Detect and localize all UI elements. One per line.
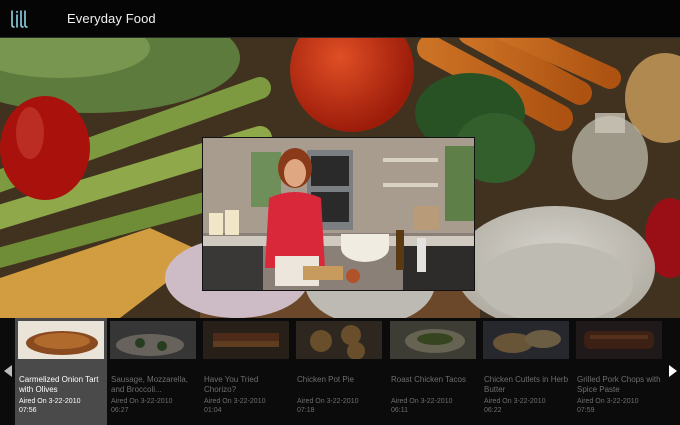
episode-tile[interactable]: Grilled Pork Chops with Spice Paste Aire… (573, 318, 665, 425)
episode-tile[interactable]: Roast Chicken Tacos Aired On 3-22-2010 06… (387, 318, 479, 425)
app-title: Everyday Food (67, 11, 156, 26)
episode-thumbnail (203, 321, 289, 359)
episode-aired: Aired On 3-22-2010 06:27 (111, 398, 173, 414)
title-bar: Everyday Food (0, 0, 680, 38)
episode-tile[interactable]: Have You Tried Chorizo? Aired On 3-22-20… (200, 318, 292, 425)
episode-title: Carmelized Onion Tart with Olives (19, 375, 99, 394)
episode-thumbnail (576, 321, 662, 359)
episode-thumbnail (110, 321, 196, 359)
arrow-right-icon[interactable] (667, 364, 679, 378)
episode-thumbnail (390, 321, 476, 359)
episode-title: Sausage, Mozzarella, and Broccoli... (111, 375, 188, 394)
episode-thumbnail (18, 321, 104, 359)
episode-aired: Aired On 3-22-2010 06:11 (391, 398, 453, 414)
episode-title: Chicken Pot Pie (297, 375, 354, 384)
episode-title: Grilled Pork Chops with Spice Paste (577, 375, 661, 394)
episode-tile[interactable]: Chicken Cutlets in Herb Butter Aired On … (480, 318, 572, 425)
episode-aired: Aired On 3-22-2010 07:18 (297, 398, 359, 414)
video-frame-kitchen (203, 138, 474, 290)
episode-tile[interactable]: Chicken Pot Pie Aired On 3-22-2010 07:18 (293, 318, 385, 425)
episode-tile[interactable]: Sausage, Mozzarella, and Broccoli... Air… (107, 318, 199, 425)
episode-title: Roast Chicken Tacos (391, 375, 466, 384)
episode-title: Have You Tried Chorizo? (204, 375, 259, 394)
episode-title: Chicken Cutlets in Herb Butter (484, 375, 569, 394)
episode-tile[interactable]: Carmelized Onion Tart with Olives Aired … (15, 318, 107, 425)
arrow-left-icon[interactable] (2, 364, 14, 378)
video-player[interactable] (202, 137, 475, 291)
episode-aired: Aired On 3-22-2010 07:56 (19, 398, 81, 414)
episode-carousel: Carmelized Onion Tart with Olives Aired … (0, 318, 680, 425)
episode-aired: Aired On 3-22-2010 01:04 (204, 398, 266, 414)
episode-thumbnail (483, 321, 569, 359)
episode-aired: Aired On 3-22-2010 07:59 (577, 398, 639, 414)
hero-background (0, 38, 680, 318)
episode-thumbnail (296, 321, 382, 359)
lill-logo-icon[interactable] (8, 8, 30, 30)
episode-aired: Aired On 3-22-2010 06:22 (484, 398, 546, 414)
